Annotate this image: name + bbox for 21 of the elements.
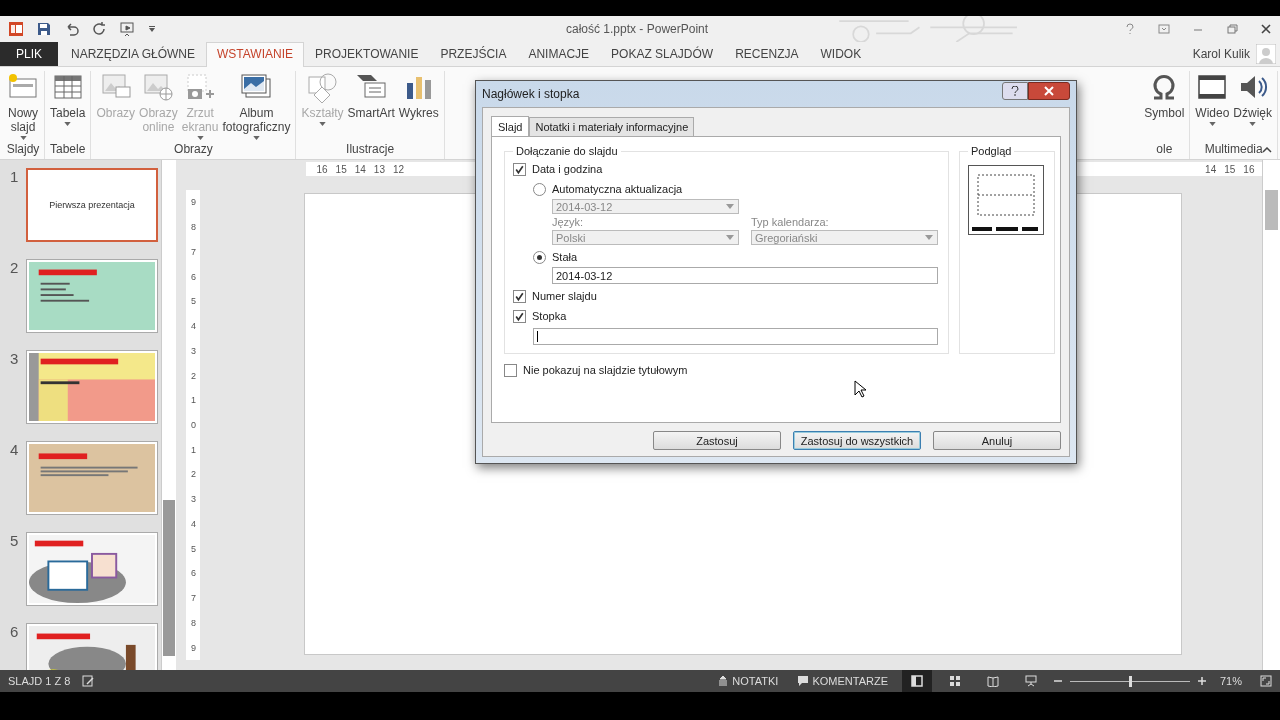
field-label: Język: [552, 216, 585, 230]
vertical-ruler: 9 8 7 6 5 4 3 2 1 0 1 2 3 4 5 6 7 8 9 [186, 190, 201, 660]
field-label: Typ kalendarza: [751, 216, 830, 230]
group-title: Dołączanie do slajdu [515, 145, 619, 157]
window-title: całość 1.pptx - PowerPoint [566, 22, 709, 36]
preview-label: Podgląd [970, 145, 1013, 157]
slide-number: 5 [10, 532, 18, 549]
dialog-title: Nagłówek i stopka [482, 87, 580, 101]
slide-counter: SLAJD 1 Z 8 [8, 675, 71, 687]
slide-number: 4 [10, 441, 18, 458]
slide-number: 2 [10, 259, 18, 276]
slide-number: 6 [10, 623, 18, 640]
group-label: ole [1156, 142, 1173, 158]
group-label: Ilustracje [346, 142, 395, 158]
group-label: Slajdy [6, 142, 40, 158]
slide-number: 3 [10, 350, 18, 367]
group-label: Multimedia [1204, 142, 1263, 158]
group-label: Tabele [50, 142, 86, 158]
group-label: Obrazy [174, 142, 213, 158]
slide-number: 1 [10, 168, 18, 185]
slide-title: Pierwsza prezentacja [49, 200, 135, 210]
